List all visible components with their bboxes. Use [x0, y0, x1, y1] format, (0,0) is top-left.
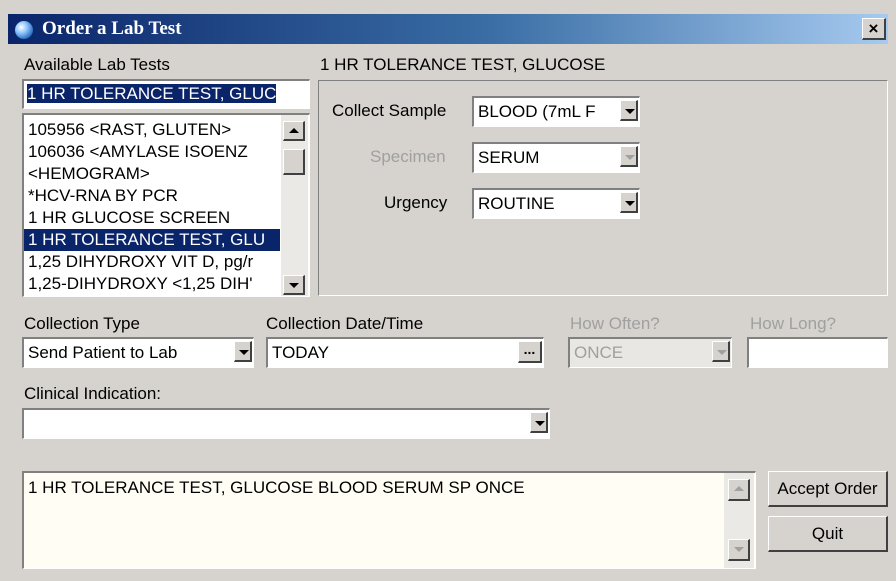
scroll-down-button[interactable] — [283, 275, 305, 295]
chevron-down-icon — [625, 109, 635, 114]
chevron-down-icon — [625, 201, 635, 206]
specimen-label: Specimen — [370, 147, 446, 166]
window-title: Order a Lab Test — [42, 18, 182, 39]
list-item[interactable]: <HEMOGRAM> — [28, 163, 150, 185]
specimen-dropdown[interactable]: SERUM — [472, 142, 640, 173]
arrow-down-icon — [289, 283, 299, 288]
list-scrollbar[interactable] — [281, 115, 308, 296]
chevron-down-icon — [717, 350, 727, 355]
arrow-up-icon — [734, 486, 744, 491]
selected-test-heading: 1 HR TOLERANCE TEST, GLUCOSE — [320, 55, 606, 74]
available-lab-tests-label: Available Lab Tests — [24, 55, 170, 74]
list-item[interactable]: 1 HR GLUCOSE SCREEN — [28, 207, 230, 229]
search-input-text: 1 HR TOLERANCE TEST, GLUC — [27, 84, 277, 103]
specimen-value: SERUM — [478, 148, 540, 167]
urgency-dropdown[interactable]: ROUTINE — [472, 188, 640, 219]
list-item[interactable]: 106036 <AMYLASE ISOENZ — [28, 141, 248, 163]
collect-sample-label: Collect Sample — [332, 101, 447, 120]
clinical-indication-dropdown[interactable] — [22, 408, 550, 439]
collection-type-value: Send Patient to Lab — [28, 343, 178, 362]
arrow-down-icon — [734, 547, 744, 552]
how-often-label: How Often? — [570, 314, 660, 333]
scroll-thumb[interactable] — [283, 149, 305, 175]
urgency-value: ROUTINE — [478, 194, 555, 213]
order-summary-memo[interactable]: 1 HR TOLERANCE TEST, GLUCOSE BLOOD SERUM… — [22, 471, 756, 569]
list-item[interactable]: 1,25 DIHYDROXY VIT D, pg/r — [28, 251, 253, 273]
scroll-up-button[interactable] — [283, 121, 305, 141]
close-button[interactable]: × — [862, 18, 886, 40]
how-often-value: ONCE — [574, 343, 624, 362]
app-globe-icon — [14, 20, 34, 40]
order-summary-text: 1 HR TOLERANCE TEST, GLUCOSE BLOOD SERUM… — [28, 478, 525, 497]
collection-type-dropdown[interactable]: Send Patient to Lab — [22, 337, 254, 368]
accept-order-button[interactable]: Accept Order — [768, 471, 888, 507]
list-item[interactable]: 105956 <RAST, GLUTEN> — [28, 119, 231, 141]
collect-sample-value: BLOOD (7mL F — [478, 102, 596, 121]
list-item[interactable]: 1,25-DIHYDROXY <1,25 DIH' — [28, 273, 253, 295]
collect-sample-dropdown-button[interactable] — [620, 100, 638, 121]
collect-sample-dropdown[interactable]: BLOOD (7mL F — [472, 96, 640, 127]
collection-datetime-value: TODAY — [272, 343, 329, 362]
lab-test-list[interactable]: 105956 <RAST, GLUTEN> 106036 <AMYLASE IS… — [22, 113, 310, 297]
how-long-label: How Long? — [750, 314, 837, 333]
collection-type-dropdown-button[interactable] — [234, 341, 252, 362]
datetime-picker-button[interactable]: ... — [518, 341, 542, 363]
collection-datetime-label: Collection Date/Time — [266, 314, 424, 333]
how-often-dropdown-button[interactable] — [712, 341, 730, 362]
collection-type-label: Collection Type — [24, 314, 140, 333]
how-often-dropdown[interactable]: ONCE — [568, 337, 732, 368]
clinical-indication-dropdown-button[interactable] — [530, 412, 548, 433]
collection-datetime-input[interactable]: TODAY ... — [266, 337, 544, 368]
urgency-label: Urgency — [384, 193, 448, 212]
clinical-indication-label: Clinical Indication: — [24, 384, 162, 403]
list-item-selected[interactable]: 1 HR TOLERANCE TEST, GLU — [24, 229, 280, 251]
arrow-up-icon — [289, 128, 299, 133]
how-long-input[interactable] — [747, 337, 888, 368]
lab-test-search-input[interactable]: 1 HR TOLERANCE TEST, GLUC — [22, 79, 310, 109]
chevron-down-icon — [535, 421, 545, 426]
memo-scroll-up-button[interactable] — [728, 479, 750, 501]
memo-scroll-down-button[interactable] — [728, 539, 750, 561]
quit-button[interactable]: Quit — [768, 516, 888, 552]
chevron-down-icon — [239, 350, 249, 355]
specimen-dropdown-button[interactable] — [620, 146, 638, 167]
list-item[interactable]: *HCV-RNA BY PCR — [28, 185, 178, 207]
urgency-dropdown-button[interactable] — [620, 192, 638, 213]
chevron-down-icon — [625, 155, 635, 160]
